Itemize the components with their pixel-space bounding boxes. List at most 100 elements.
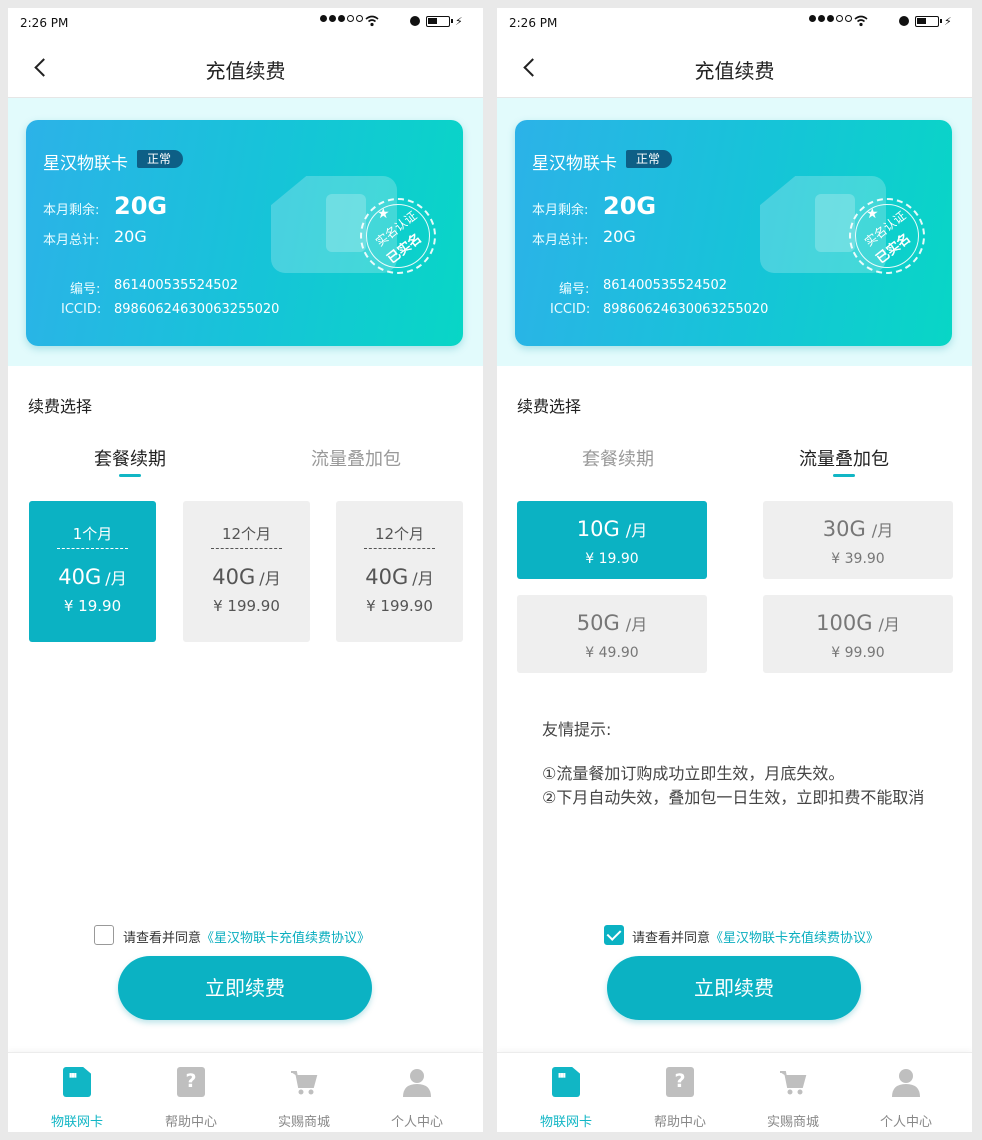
wifi-icon <box>854 15 868 27</box>
bottom-tab-bar: 物联网卡 帮助中心 实赐商城 个人中心 <box>8 1052 483 1132</box>
pack-price: ¥ 19.90 <box>585 551 639 567</box>
sim-card-icon <box>63 1067 91 1097</box>
data-pack-option[interactable]: 50G/月 ¥ 49.90 <box>517 595 707 673</box>
battery-icon <box>915 16 942 27</box>
renew-now-button[interactable]: 立即续费 <box>607 956 861 1020</box>
total-value: 20G <box>603 227 636 246</box>
remain-label: 本月剩余: <box>43 203 100 218</box>
total-label: 本月总计: <box>532 233 589 248</box>
agree-checkbox[interactable] <box>94 925 114 945</box>
pack-price: ¥ 49.90 <box>585 645 639 661</box>
card-header-band: 星汉物联卡 正常 本月剩余: 20G 本月总计: 20G 编号: 8614005… <box>8 98 483 366</box>
plan-duration: 1个月 <box>57 523 128 549</box>
page-title: 充值续费 <box>694 59 775 83</box>
plan-price: ¥ 199.90 <box>366 597 433 615</box>
sim-card-panel: 星汉物联卡 正常 本月剩余: 20G 本月总计: 20G 编号: 8614005… <box>26 120 463 346</box>
agree-text: 请查看并同意 <box>123 931 202 946</box>
plan-amount: 40G/月 <box>336 565 463 589</box>
tabbar-item-profile[interactable]: 个人中心 <box>847 1053 965 1132</box>
pack-unit: /月 <box>878 615 900 634</box>
card-name: 星汉物联卡 <box>532 154 617 174</box>
screen-data-addon: 2:26 PM ⚡ 充值续费 星汉物联卡 正常 本月剩余: 20G 本月总计: … <box>497 8 972 1132</box>
tab-label: 流量叠加包 <box>799 449 889 470</box>
tab-plan-renewal[interactable]: 套餐续期 <box>582 445 654 471</box>
tabbar-label: 帮助中心 <box>164 1115 217 1130</box>
pack-amount: 30G <box>822 517 866 541</box>
iccid-label: ICCID: <box>550 302 591 317</box>
tab-bar: 套餐续期 流量叠加包 <box>8 445 483 485</box>
pack-amount: 100G <box>816 611 873 635</box>
tabbar-item-mall[interactable]: 实赐商城 <box>245 1053 363 1132</box>
tab-plan-renewal[interactable]: 套餐续期 <box>94 445 166 477</box>
plan-price: ¥ 199.90 <box>213 597 280 615</box>
tab-data-addon[interactable]: 流量叠加包 <box>799 445 889 477</box>
data-pack-option[interactable]: 100G/月 ¥ 99.90 <box>763 595 953 673</box>
pack-unit: /月 <box>625 615 648 634</box>
plan-option[interactable]: 12个月 40G/月 ¥ 199.90 <box>336 501 463 642</box>
agreement-row: 请查看并同意《星汉物联卡充值续费协议》 <box>497 925 972 947</box>
renew-now-button[interactable]: 立即续费 <box>118 956 372 1020</box>
plan-amount-value: 40G <box>212 565 256 589</box>
status-bar: 2:26 PM ⚡ <box>8 8 483 38</box>
agree-checkbox[interactable] <box>604 925 624 945</box>
pack-price: ¥ 39.90 <box>831 551 885 567</box>
plan-option[interactable]: 1个月 40G/月 ¥ 19.90 <box>29 501 156 642</box>
status-bar: 2:26 PM ⚡ <box>497 8 972 38</box>
tips-line-2: ②下月自动失效，叠加包一日生效，立即扣费不能取消 <box>542 788 925 807</box>
verified-seal-icon: ★ 实名认证 已实名 <box>849 198 925 274</box>
sim-card-icon <box>552 1067 580 1097</box>
wifi-icon <box>365 15 379 27</box>
status-badge: 正常 <box>626 150 673 168</box>
agreement-link[interactable]: 《星汉物联卡充值续费协议》 <box>710 931 879 946</box>
tabbar-label: 物联网卡 <box>50 1115 103 1130</box>
tabbar-item-profile[interactable]: 个人中心 <box>358 1053 476 1132</box>
tips-line-1: ①流量餐加订购成功立即生效，月底失效。 <box>542 764 845 783</box>
tabbar-label: 个人中心 <box>879 1115 932 1130</box>
data-pack-option[interactable]: 10G/月 ¥ 19.90 <box>517 501 707 579</box>
total-value: 20G <box>114 227 147 246</box>
pack-amount: 10G <box>576 517 620 541</box>
tab-label: 套餐续期 <box>582 449 654 470</box>
agreement-row: 请查看并同意《星汉物联卡充值续费协议》 <box>8 925 483 947</box>
iccid-value: 89860624630063255020 <box>603 302 769 317</box>
tabbar-label: 物联网卡 <box>539 1115 592 1130</box>
page-title: 充值续费 <box>205 59 286 83</box>
nav-bar: 充值续费 <box>497 38 972 98</box>
tabbar-item-mall[interactable]: 实赐商城 <box>734 1053 852 1132</box>
section-title: 续费选择 <box>517 397 582 416</box>
alarm-icon <box>899 16 909 26</box>
charging-icon: ⚡ <box>455 15 463 28</box>
screen-plan-renewal: 2:26 PM ⚡ 充值续费 星汉物联卡 正常 本月剩余: 20G 本月总计: … <box>8 8 483 1132</box>
serial-label: 编号: <box>559 282 590 297</box>
agreement-link[interactable]: 《星汉物联卡充值续费协议》 <box>201 931 370 946</box>
tab-data-addon[interactable]: 流量叠加包 <box>311 445 401 471</box>
verified-seal-icon: ★ 实名认证 已实名 <box>360 198 436 274</box>
tab-label: 套餐续期 <box>94 449 166 470</box>
tabbar-item-iot-card[interactable]: 物联网卡 <box>18 1053 136 1132</box>
plan-amount-value: 40G <box>58 565 102 589</box>
section-title: 续费选择 <box>28 397 93 416</box>
agree-text: 请查看并同意 <box>632 931 711 946</box>
charging-icon: ⚡ <box>944 15 952 28</box>
plan-unit: /月 <box>105 569 127 588</box>
plan-option[interactable]: 12个月 40G/月 ¥ 199.90 <box>183 501 310 642</box>
plan-amount-value: 40G <box>365 565 409 589</box>
pack-unit: /月 <box>625 521 648 540</box>
data-pack-option[interactable]: 30G/月 ¥ 39.90 <box>763 501 953 579</box>
user-icon <box>403 1069 431 1097</box>
tabbar-item-help[interactable]: 帮助中心 <box>132 1053 250 1132</box>
tabbar-item-help[interactable]: 帮助中心 <box>621 1053 739 1132</box>
help-icon <box>666 1067 694 1097</box>
signal-icon <box>320 15 363 22</box>
status-badge: 正常 <box>137 150 184 168</box>
serial-value: 861400535524502 <box>114 278 239 293</box>
remain-label: 本月剩余: <box>532 203 589 218</box>
status-time: 2:26 PM <box>509 16 558 30</box>
help-icon <box>177 1067 205 1097</box>
cart-icon <box>780 1071 807 1095</box>
iccid-value: 89860624630063255020 <box>114 302 280 317</box>
tabbar-label: 实赐商城 <box>766 1115 819 1130</box>
tab-label: 流量叠加包 <box>311 449 401 470</box>
tabbar-item-iot-card[interactable]: 物联网卡 <box>507 1053 625 1132</box>
plan-amount: 40G/月 <box>183 565 310 589</box>
